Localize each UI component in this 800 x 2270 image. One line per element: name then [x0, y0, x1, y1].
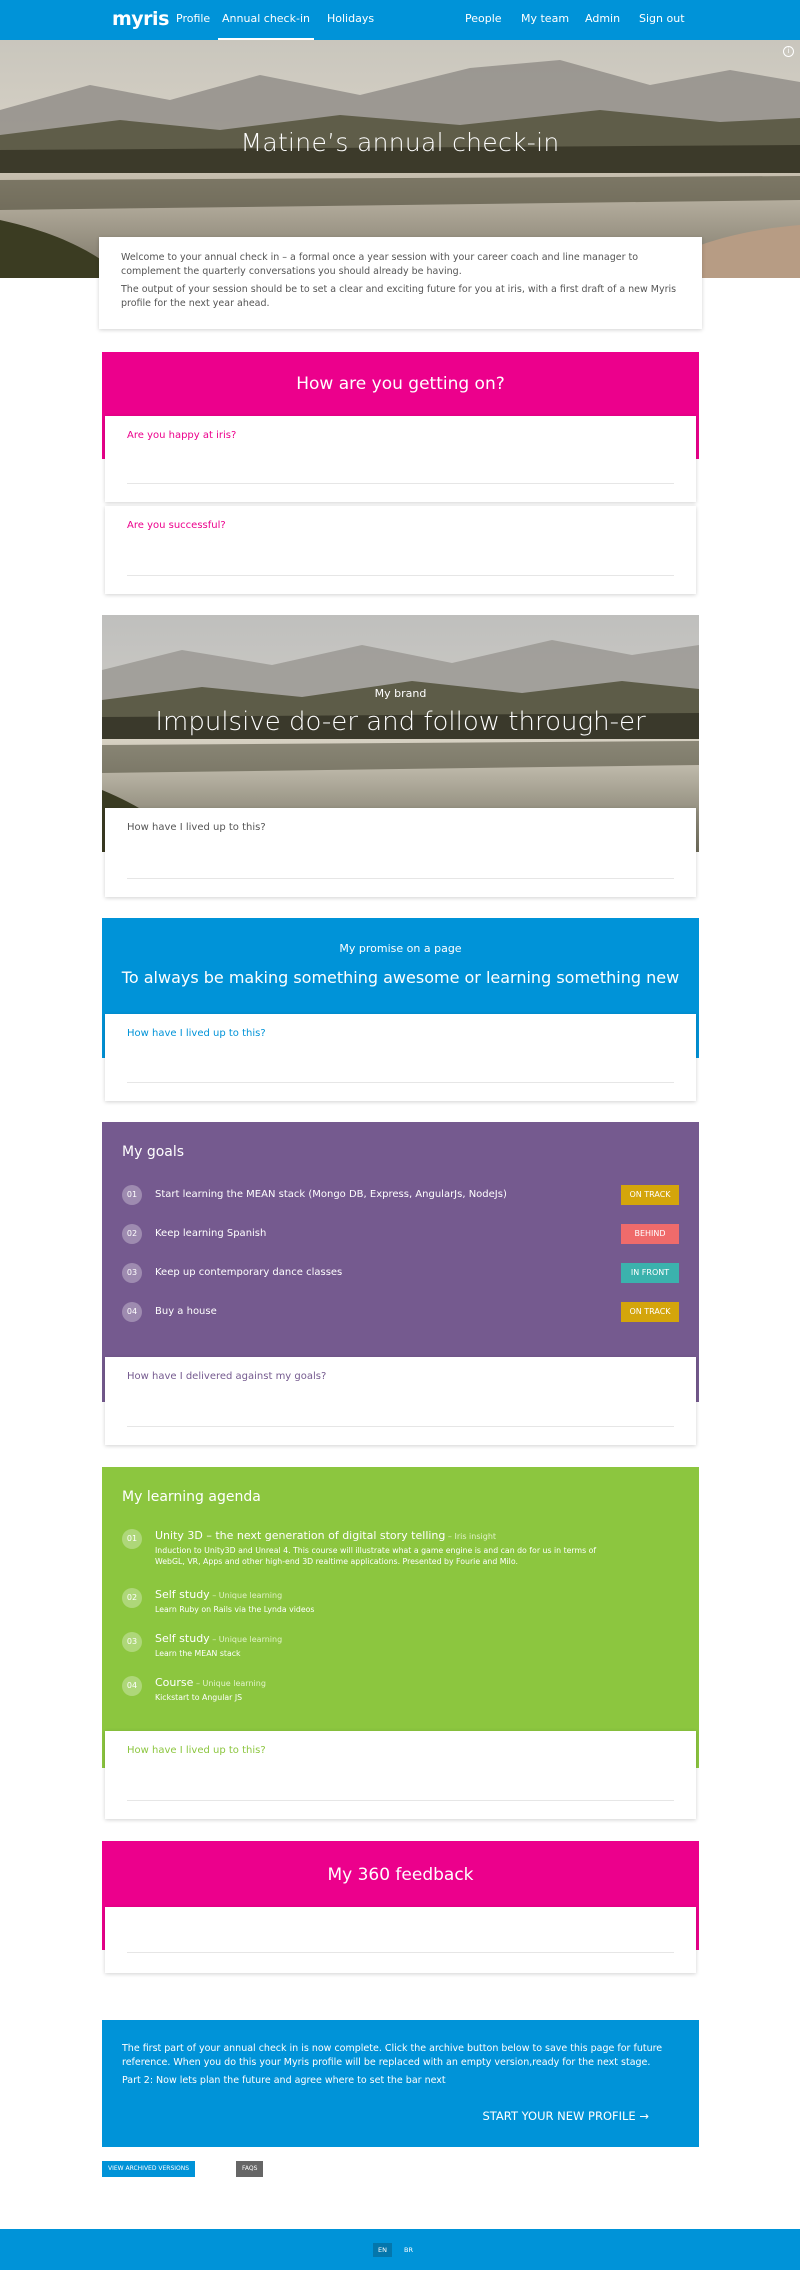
- brand-section: My brand Impulsive do-er and follow thro…: [102, 615, 699, 897]
- learning-item-name: Self study: [155, 1588, 210, 1601]
- answer-field[interactable]: [127, 575, 674, 576]
- nav-my-team[interactable]: My team: [521, 0, 569, 40]
- goal-number: 03: [122, 1263, 142, 1283]
- intro-paragraph: Welcome to your annual check in – a form…: [121, 252, 639, 277]
- language-br[interactable]: BR: [399, 2243, 418, 2257]
- goal-row: 02 Keep learning Spanish BEHIND: [122, 1223, 679, 1245]
- learning-title: My learning agenda: [122, 1489, 261, 1505]
- learning-item-name: Unity 3D – the next generation of digita…: [155, 1529, 446, 1542]
- goal-row: 01 Start learning the MEAN stack (Mongo …: [122, 1184, 679, 1206]
- section-title: How are you getting on?: [296, 374, 505, 394]
- learning-number: 03: [122, 1632, 142, 1652]
- goals-section: My goals 01 Start learning the MEAN stac…: [102, 1122, 699, 1445]
- learning-item-name: Course: [155, 1676, 194, 1689]
- goal-text: Keep up contemporary dance classes: [155, 1267, 343, 1278]
- footer: EN BR: [0, 2229, 800, 2270]
- intro-card: Welcome to your annual check in – a form…: [99, 237, 702, 329]
- nav-holidays[interactable]: Holidays: [327, 0, 374, 40]
- faqs-button[interactable]: FAQS: [236, 2161, 264, 2177]
- goal-row: 03 Keep up contemporary dance classes IN…: [122, 1262, 679, 1284]
- status-badge[interactable]: ON TRACK: [621, 1185, 679, 1205]
- answer-field[interactable]: [127, 1082, 674, 1083]
- answer-field[interactable]: [127, 878, 674, 879]
- archive-text: Part 2: Now lets plan the future and agr…: [122, 2075, 446, 2086]
- feedback-section: My 360 feedback: [102, 1841, 699, 1973]
- question-label: How have I lived up to this?: [127, 1028, 266, 1039]
- answer-field[interactable]: [127, 483, 674, 484]
- myris-logo[interactable]: myris: [112, 8, 169, 30]
- info-icon[interactable]: i: [783, 46, 794, 57]
- learning-number: 02: [122, 1588, 142, 1608]
- question-label: How have I lived up to this?: [127, 1745, 266, 1756]
- nav-sign-out[interactable]: Sign out: [639, 0, 685, 40]
- archive-panel: The first part of your annual check in i…: [102, 2020, 699, 2147]
- brand-title: Impulsive do-er and follow through-er: [155, 707, 646, 737]
- learning-item-tag: – Unique learning: [193, 1679, 266, 1688]
- learning-item: 02 Self study – Unique learning Learn Ru…: [122, 1588, 679, 1618]
- learning-item: 01 Unity 3D – the next generation of dig…: [122, 1529, 679, 1573]
- archive-text: The first part of your annual check in i…: [122, 2043, 663, 2068]
- answer-field[interactable]: [127, 1952, 674, 1953]
- learning-item-title: Self study – Unique learning: [155, 1588, 282, 1601]
- language-en[interactable]: EN: [373, 2243, 392, 2257]
- feedback-card[interactable]: [105, 1907, 696, 1973]
- promise-title: To always be making something awesome or…: [121, 968, 680, 987]
- question-label: Are you happy at iris?: [127, 430, 237, 441]
- nav-admin[interactable]: Admin: [585, 0, 620, 40]
- learning-item-title: Unity 3D – the next generation of digita…: [155, 1529, 496, 1542]
- goal-number: 01: [122, 1185, 142, 1205]
- question-label: How have I lived up to this?: [127, 822, 266, 833]
- question-card[interactable]: Are you successful?: [105, 506, 696, 594]
- question-card[interactable]: How have I delivered against my goals?: [105, 1357, 696, 1445]
- question-card[interactable]: How have I lived up to this?: [105, 1014, 696, 1101]
- learning-item-tag: – Unique learning: [209, 1635, 283, 1644]
- learning-item-desc: Kickstart to Angular JS: [155, 1693, 243, 1702]
- nav-profile[interactable]: Profile: [176, 0, 210, 40]
- page-title: Matine’s annual check-in: [240, 128, 560, 157]
- learning-item-desc: Induction to Unity3D and Unreal 4. This …: [155, 1546, 597, 1566]
- goal-text: Start learning the MEAN stack (Mongo DB,…: [155, 1189, 507, 1200]
- learning-item-tag: – Unique learning: [209, 1591, 283, 1600]
- goal-text: Buy a house: [155, 1306, 217, 1317]
- learning-item-desc: Learn the MEAN stack: [155, 1649, 241, 1658]
- question-label: Are you successful?: [127, 520, 226, 531]
- learning-number: 04: [122, 1676, 142, 1696]
- getting-on-section: How are you getting on? Are you happy at…: [102, 352, 699, 594]
- question-label: How have I delivered against my goals?: [127, 1371, 327, 1382]
- question-card[interactable]: How have I lived up to this?: [105, 1731, 696, 1819]
- start-new-profile-button[interactable]: START YOUR NEW PROFILE →: [483, 2109, 650, 2123]
- view-archived-versions-button[interactable]: VIEW ARCHIVED VERSIONS: [102, 2161, 196, 2177]
- learning-item-name: Self study: [155, 1632, 210, 1645]
- nav-people[interactable]: People: [465, 0, 502, 40]
- answer-field[interactable]: [127, 1800, 674, 1801]
- learning-item-title: Course – Unique learning: [155, 1676, 266, 1689]
- status-badge[interactable]: ON TRACK: [621, 1302, 679, 1322]
- promise-section: My promise on a page To always be making…: [102, 918, 699, 1101]
- brand-label: My brand: [374, 687, 427, 700]
- learning-section: My learning agenda 01 Unity 3D – the nex…: [102, 1467, 699, 1819]
- goal-row: 04 Buy a house ON TRACK: [122, 1301, 679, 1323]
- goals-title: My goals: [122, 1144, 185, 1160]
- nav-annual-check-in[interactable]: Annual check-in: [218, 0, 314, 40]
- learning-item-title: Self study – Unique learning: [155, 1632, 282, 1645]
- top-nav: myris Profile Annual check-in Holidays P…: [0, 0, 800, 40]
- goal-number: 04: [122, 1302, 142, 1322]
- learning-item: 04 Course – Unique learning Kickstart to…: [122, 1676, 679, 1706]
- learning-item: 03 Self study – Unique learning Learn th…: [122, 1632, 679, 1662]
- answer-field[interactable]: [127, 1426, 674, 1427]
- status-badge[interactable]: IN FRONT: [621, 1263, 679, 1283]
- question-card[interactable]: How have I lived up to this?: [105, 808, 696, 897]
- promise-label: My promise on a page: [339, 942, 462, 955]
- learning-item-tag: – Iris insight: [445, 1532, 497, 1541]
- learning-number: 01: [122, 1529, 142, 1549]
- status-badge[interactable]: BEHIND: [621, 1224, 679, 1244]
- goal-text: Keep learning Spanish: [155, 1228, 267, 1239]
- goal-number: 02: [122, 1224, 142, 1244]
- section-title: My 360 feedback: [327, 1865, 474, 1885]
- intro-paragraph: The output of your session should be to …: [121, 284, 677, 309]
- learning-item-desc: Learn Ruby on Rails via the Lynda videos: [155, 1605, 315, 1614]
- question-card[interactable]: Are you happy at iris?: [105, 416, 696, 502]
